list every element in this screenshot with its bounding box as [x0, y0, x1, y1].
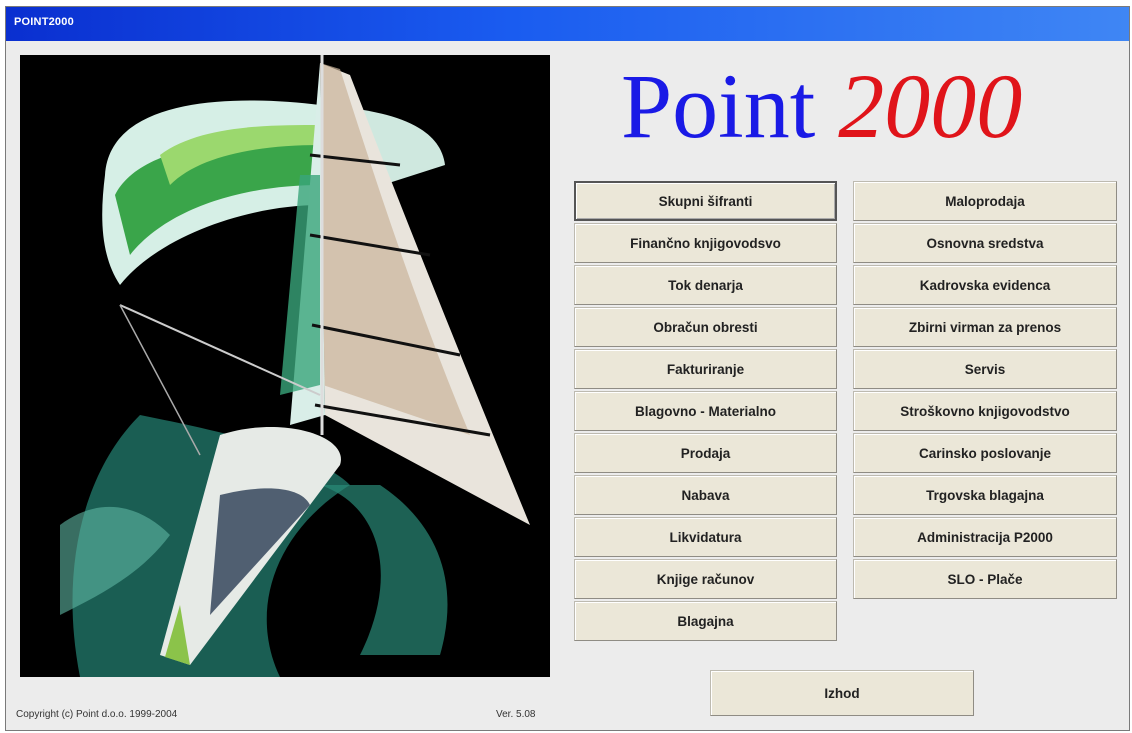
menu-button-kadrovska-evidenca[interactable]: Kadrovska evidenca	[853, 265, 1117, 305]
sailboat-illustration	[20, 55, 550, 677]
menu-button-trgovska-blagajna[interactable]: Trgovska blagajna	[853, 475, 1117, 515]
logo-word: Point	[621, 55, 816, 157]
window-title: POINT2000	[14, 16, 74, 28]
menu-button-blagovno-materialno[interactable]: Blagovno - Materialno	[574, 391, 837, 431]
main-window: POINT2000 Point 2000 Skupni šifranti Fin…	[5, 6, 1130, 731]
copyright-text: Copyright (c) Point d.o.o. 1999-2004	[16, 709, 178, 720]
menu-button-osnovna-sredstva[interactable]: Osnovna sredstva	[853, 223, 1117, 263]
menu-button-likvidatura[interactable]: Likvidatura	[574, 517, 837, 557]
menu-button-servis[interactable]: Servis	[853, 349, 1117, 389]
menu-button-obracun-obresti[interactable]: Obračun obresti	[574, 307, 837, 347]
app-logo: Point 2000	[621, 51, 1101, 161]
menu-button-blagajna[interactable]: Blagajna	[574, 601, 837, 641]
menu-button-slo-place[interactable]: SLO - Plače	[853, 559, 1117, 599]
menu-button-stroskovno-knjigovodstvo[interactable]: Stroškovno knjigovodstvo	[853, 391, 1117, 431]
menu-button-tok-denarja[interactable]: Tok denarja	[574, 265, 837, 305]
menu-button-administracija[interactable]: Administracija P2000	[853, 517, 1117, 557]
version-text: Ver. 5.08	[496, 709, 536, 720]
sailboat-image	[20, 55, 550, 677]
menu-button-financno-knjigovodstvo[interactable]: Finančno knjigovodsvo	[574, 223, 837, 263]
title-bar[interactable]: POINT2000	[6, 7, 1129, 41]
exit-button[interactable]: Izhod	[710, 670, 974, 716]
menu-button-carinsko-poslovanje[interactable]: Carinsko poslovanje	[853, 433, 1117, 473]
menu-button-nabava[interactable]: Nabava	[574, 475, 837, 515]
menu-button-prodaja[interactable]: Prodaja	[574, 433, 837, 473]
menu-button-skupni-sifranti[interactable]: Skupni šifranti	[574, 181, 837, 221]
logo-number: 2000	[838, 55, 1023, 157]
menu-button-knjige-racunov[interactable]: Knjige računov	[574, 559, 837, 599]
menu-button-maloprodaja[interactable]: Maloprodaja	[853, 181, 1117, 221]
menu-button-zbirni-virman[interactable]: Zbirni virman za prenos	[853, 307, 1117, 347]
menu-button-fakturiranje[interactable]: Fakturiranje	[574, 349, 837, 389]
